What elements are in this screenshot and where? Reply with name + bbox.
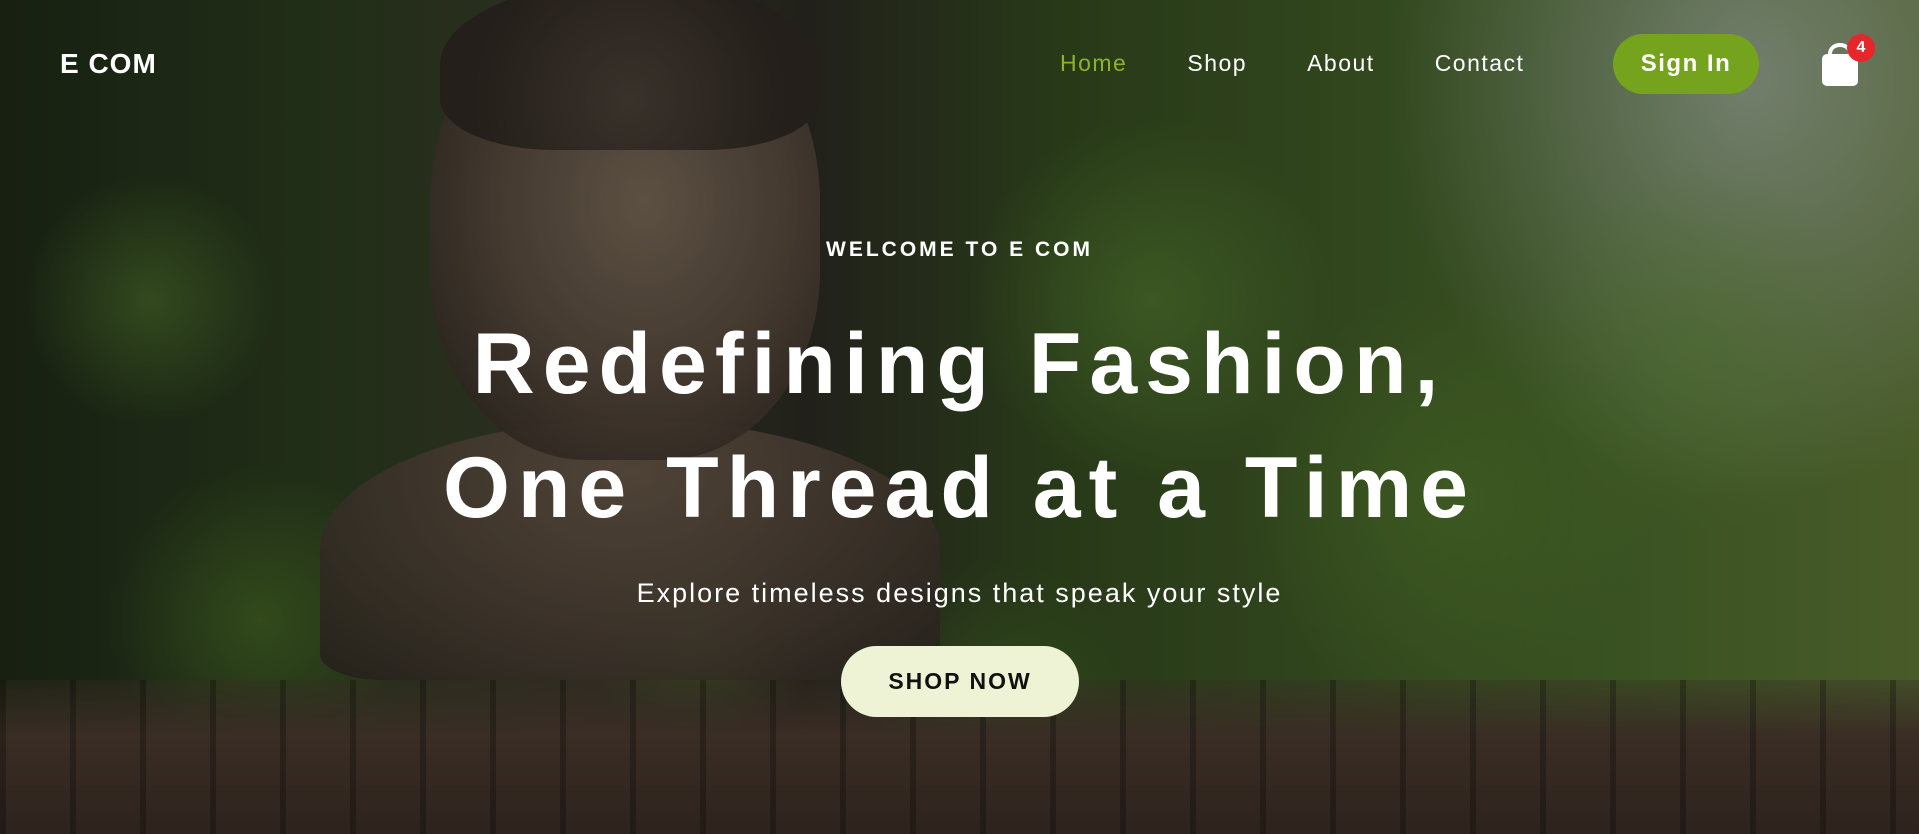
- nav-link-about[interactable]: About: [1307, 50, 1375, 77]
- cart-count-badge: 4: [1847, 34, 1875, 62]
- site-logo[interactable]: E COM: [60, 48, 157, 80]
- hero-headline-line-1: Redefining Fashion,: [472, 316, 1447, 412]
- hero-headline-line-2: One Thread at a Time: [442, 440, 1477, 536]
- hero-headline: Redefining Fashion, One Thread at a Time: [0, 302, 1919, 550]
- nav-link-contact[interactable]: Contact: [1435, 50, 1525, 77]
- hero-eyebrow: WELCOME TO E COM: [826, 238, 1093, 261]
- hero-subheading: Explore timeless designs that speak your…: [636, 578, 1283, 608]
- nav-links: Home Shop About Contact: [1060, 50, 1524, 77]
- top-navbar: E COM Home Shop About Contact Sign In 4: [0, 0, 1919, 130]
- shop-now-button[interactable]: SHOP NOW: [841, 646, 1079, 717]
- nav-link-home[interactable]: Home: [1060, 50, 1127, 77]
- sign-in-button[interactable]: Sign In: [1613, 34, 1759, 94]
- nav-link-shop[interactable]: Shop: [1187, 50, 1247, 77]
- hero-section: E COM Home Shop About Contact Sign In 4 …: [0, 0, 1919, 834]
